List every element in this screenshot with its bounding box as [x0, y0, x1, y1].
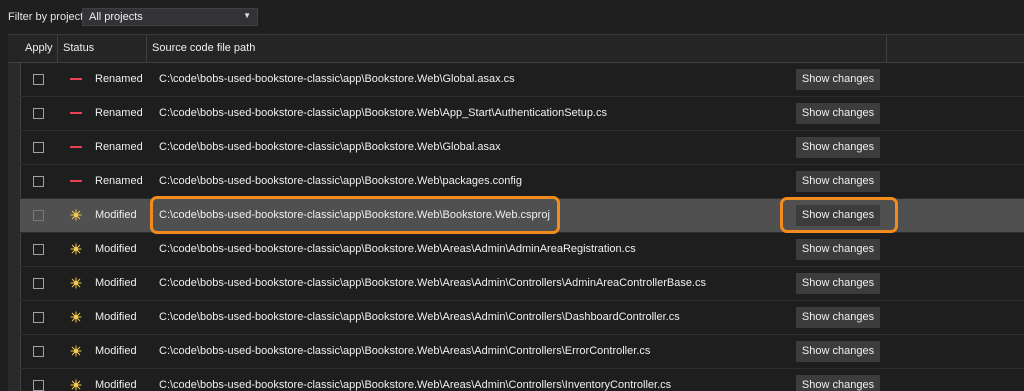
sparkle-icon [70, 345, 82, 357]
table-row[interactable]: Renamed C:\code\bobs-used-bookstore-class… [20, 131, 1024, 165]
show-changes-button[interactable]: Show changes [796, 205, 880, 226]
chevron-down-icon[interactable]: ▼ [243, 11, 251, 20]
apply-checkbox[interactable] [33, 312, 44, 323]
minus-icon [70, 175, 82, 187]
show-changes-button[interactable]: Show changes [796, 273, 880, 294]
file-path: C:\code\bobs-used-bookstore-classic\app\… [159, 209, 550, 221]
file-path: C:\code\bobs-used-bookstore-classic\app\… [159, 345, 651, 357]
file-path: C:\code\bobs-used-bookstore-classic\app\… [159, 379, 672, 391]
file-path: C:\code\bobs-used-bookstore-classic\app\… [159, 73, 515, 85]
file-path: C:\code\bobs-used-bookstore-classic\app\… [159, 277, 706, 289]
status-label: Renamed [95, 175, 143, 187]
status-label: Modified [95, 311, 137, 323]
minus-icon [70, 73, 82, 85]
apply-checkbox[interactable] [33, 278, 44, 289]
grid-header: Apply Status Source code file path [8, 35, 1024, 63]
status-label: Modified [95, 277, 137, 289]
project-filter-dropdown[interactable]: All projects ▼ [82, 8, 258, 26]
status-label: Modified [95, 243, 137, 255]
apply-checkbox[interactable] [33, 244, 44, 255]
table-row[interactable]: Modified C:\code\bobs-used-bookstore-clas… [20, 335, 1024, 369]
table-row[interactable]: Modified C:\code\bobs-used-bookstore-clas… [20, 199, 1024, 233]
sparkle-icon [70, 311, 82, 323]
show-changes-button[interactable]: Show changes [796, 307, 880, 328]
status-label: Modified [95, 345, 137, 357]
table-row[interactable]: Renamed C:\code\bobs-used-bookstore-class… [20, 165, 1024, 199]
sparkle-icon [70, 243, 82, 255]
show-changes-button[interactable]: Show changes [796, 239, 880, 260]
apply-checkbox[interactable] [33, 176, 44, 187]
column-header-status[interactable]: Status [58, 35, 147, 62]
apply-checkbox[interactable] [33, 210, 44, 221]
show-changes-button[interactable]: Show changes [796, 171, 880, 192]
show-changes-button[interactable]: Show changes [796, 69, 880, 90]
minus-icon [70, 141, 82, 153]
show-changes-button[interactable]: Show changes [796, 341, 880, 362]
apply-checkbox[interactable] [33, 142, 44, 153]
table-row[interactable]: Modified C:\code\bobs-used-bookstore-clas… [20, 369, 1024, 391]
status-label: Renamed [95, 73, 143, 85]
filter-bar: Filter by project All projects ▼ [0, 0, 1024, 34]
apply-checkbox[interactable] [33, 108, 44, 119]
status-label: Modified [95, 379, 137, 391]
table-row[interactable]: Modified C:\code\bobs-used-bookstore-clas… [20, 301, 1024, 335]
sparkle-icon [70, 379, 82, 391]
file-path: C:\code\bobs-used-bookstore-classic\app\… [159, 141, 501, 153]
file-path: C:\code\bobs-used-bookstore-classic\app\… [159, 311, 680, 323]
apply-checkbox[interactable] [33, 346, 44, 357]
column-header-apply[interactable]: Apply [20, 35, 58, 62]
status-label: Modified [95, 209, 137, 221]
show-changes-button[interactable]: Show changes [796, 103, 880, 124]
column-header-path[interactable]: Source code file path [147, 35, 887, 62]
show-changes-button[interactable]: Show changes [796, 375, 880, 391]
sparkle-icon [70, 277, 82, 289]
project-filter-value: All projects [89, 11, 143, 23]
table-row[interactable]: Renamed C:\code\bobs-used-bookstore-class… [20, 97, 1024, 131]
filter-label: Filter by project [8, 11, 84, 23]
show-changes-button[interactable]: Show changes [796, 137, 880, 158]
minus-icon [70, 107, 82, 119]
table-row[interactable]: Renamed C:\code\bobs-used-bookstore-class… [20, 63, 1024, 97]
file-path: C:\code\bobs-used-bookstore-classic\app\… [159, 107, 607, 119]
file-path: C:\code\bobs-used-bookstore-classic\app\… [159, 175, 522, 187]
sparkle-icon [70, 209, 82, 221]
table-row[interactable]: Modified C:\code\bobs-used-bookstore-clas… [20, 233, 1024, 267]
file-path: C:\code\bobs-used-bookstore-classic\app\… [159, 243, 636, 255]
apply-checkbox[interactable] [33, 74, 44, 85]
changes-grid: Apply Status Source code file path Renam… [8, 34, 1024, 391]
apply-checkbox[interactable] [33, 380, 44, 391]
status-label: Renamed [95, 141, 143, 153]
table-row[interactable]: Modified C:\code\bobs-used-bookstore-clas… [20, 267, 1024, 301]
status-label: Renamed [95, 107, 143, 119]
